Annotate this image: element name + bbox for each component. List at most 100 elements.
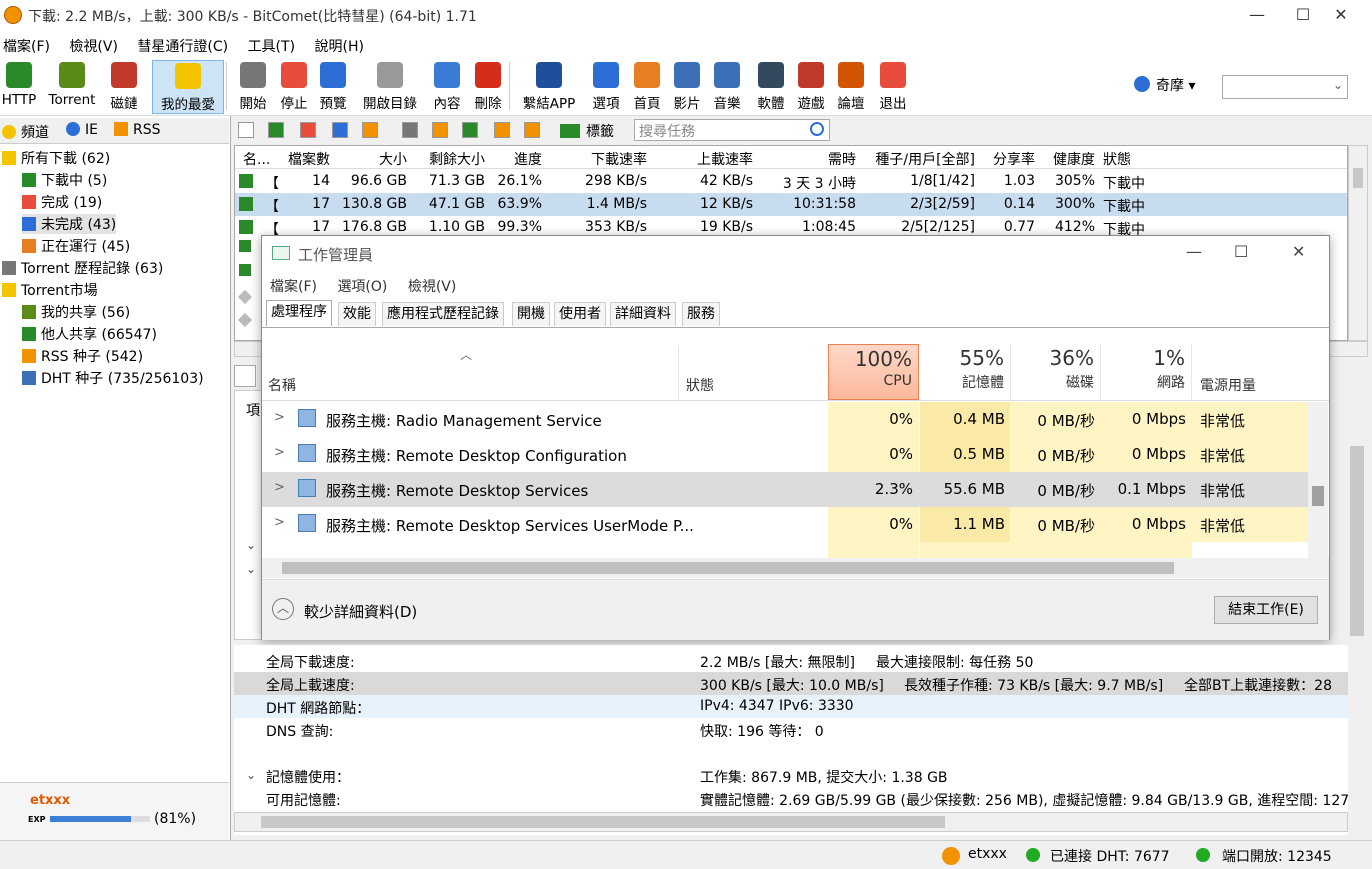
grid-column-header[interactable]: 大小 bbox=[379, 149, 407, 169]
toolbar-button-5[interactable]: 停止 bbox=[275, 60, 313, 114]
toolbar-button-1[interactable]: Torrent bbox=[44, 60, 100, 114]
grid-column-header[interactable]: 檔案數 bbox=[288, 149, 330, 169]
chevron-down-icon[interactable]: ⌄ bbox=[246, 768, 256, 782]
scroll-thumb[interactable] bbox=[1353, 168, 1363, 188]
tree-item[interactable]: Torrent市場 bbox=[2, 280, 98, 300]
tree-item[interactable]: Torrent 歷程記錄 (63) bbox=[2, 258, 163, 278]
col-metric-header[interactable]: 36% 磁碟 bbox=[1010, 344, 1101, 400]
tree-item[interactable]: 正在運行 (45) bbox=[22, 236, 130, 256]
tm-menu-view[interactable]: 檢視(V) bbox=[408, 276, 457, 296]
tm-horizontal-scrollbar[interactable] bbox=[262, 558, 1329, 578]
grid-column-header[interactable]: 上載速率 bbox=[697, 149, 753, 169]
tree-item[interactable]: DHT 种子 (735/256103) bbox=[22, 368, 204, 388]
process-row[interactable]: > 服務主機: Remote Desktop Services UserMode … bbox=[262, 507, 1308, 542]
tm-close-button[interactable]: ✕ bbox=[1292, 242, 1305, 261]
grid-vertical-scrollbar[interactable] bbox=[1348, 145, 1368, 341]
tab-3[interactable]: 開機 bbox=[512, 302, 550, 326]
grid-column-header[interactable]: 下載速率 bbox=[591, 149, 647, 169]
toolbar-button-17[interactable]: 論壇 bbox=[832, 60, 870, 114]
menu-file[interactable]: 檔案(F) bbox=[0, 32, 50, 56]
tree-item[interactable]: 完成 (19) bbox=[22, 192, 102, 212]
tab-4[interactable]: 使用者 bbox=[554, 302, 606, 326]
fewer-details-link[interactable]: 較少詳細資料(D) bbox=[304, 601, 417, 622]
tree-item[interactable]: RSS 种子 (542) bbox=[22, 346, 143, 366]
chevron-right-icon[interactable]: > bbox=[274, 445, 285, 460]
task-search-input[interactable]: 搜尋任務 bbox=[634, 119, 830, 141]
toolbar-button-9[interactable]: 刪除 bbox=[469, 60, 507, 114]
tree-item[interactable]: 他人共享 (66547) bbox=[22, 324, 157, 344]
table-row[interactable]: 【 14 96.6 GB 71.3 GB 26.1% 298 KB/s 42 KB/s 3 天… bbox=[235, 170, 1347, 193]
toolbar-button-4[interactable]: 開始 bbox=[234, 60, 272, 114]
grid-column-header[interactable]: 種子/用戶[全部] bbox=[875, 149, 975, 169]
toolbar-button-2[interactable]: 磁鏈 bbox=[103, 60, 145, 114]
toolbar-button-0[interactable]: HTTP bbox=[0, 60, 38, 114]
region-select[interactable]: 奇摩 ▾ bbox=[1156, 75, 1195, 95]
sort-up-icon[interactable]: ︿ bbox=[460, 346, 472, 363]
tm-minimize-button[interactable]: — bbox=[1186, 242, 1202, 261]
tab-0[interactable]: 處理程序 bbox=[266, 300, 332, 326]
process-row[interactable]: > 服務主機: Radio Management Service 0% 0.4 MB 0… bbox=[262, 402, 1308, 437]
tree-item[interactable]: 我的共享 (56) bbox=[22, 302, 130, 322]
search-icon[interactable] bbox=[810, 122, 824, 136]
grid-column-header[interactable]: 健康度 bbox=[1053, 149, 1095, 169]
scroll-thumb[interactable] bbox=[261, 816, 945, 828]
grid-column-header[interactable]: 剩餘大小 bbox=[429, 149, 485, 169]
tm-menu-file[interactable]: 檔案(F) bbox=[270, 276, 317, 296]
toolbar-button-18[interactable]: 退出 bbox=[874, 60, 912, 114]
menu-help[interactable]: 說明(H) bbox=[312, 32, 364, 56]
tab-6[interactable]: 服務 bbox=[682, 302, 720, 326]
task-toolbar-icon-2[interactable] bbox=[300, 122, 316, 138]
grid-column-header[interactable]: 狀態 bbox=[1103, 149, 1131, 169]
toolbar-button-6[interactable]: 預覽 bbox=[314, 60, 352, 114]
task-toolbar-icon-7[interactable] bbox=[462, 122, 478, 138]
toolbar-button-7[interactable]: 開啟目錄 bbox=[358, 60, 422, 114]
process-row[interactable]: > 服務主機: Remote Desktop Services 2.3% 55.6 M… bbox=[262, 472, 1308, 507]
task-toolbar-icon-1[interactable] bbox=[268, 122, 284, 138]
scroll-thumb[interactable] bbox=[282, 562, 1174, 574]
tab-2[interactable]: 應用程式歷程記錄 bbox=[382, 302, 504, 326]
chevron-right-icon[interactable]: > bbox=[274, 515, 285, 530]
task-toolbar-icon-5[interactable] bbox=[402, 122, 418, 138]
grid-column-header[interactable]: 名... bbox=[243, 149, 270, 169]
chevron-up-icon[interactable]: ︿ bbox=[272, 598, 294, 620]
tab-5[interactable]: 詳細資料 bbox=[610, 302, 676, 326]
task-toolbar-icon-0[interactable] bbox=[238, 122, 254, 138]
table-row[interactable]: 【 17 130.8 GB 47.1 GB 63.9% 1.4 MB/s 12 KB/s 10… bbox=[235, 193, 1347, 216]
minimize-button[interactable]: — bbox=[1234, 0, 1280, 32]
tab-rss[interactable]: RSS bbox=[114, 122, 161, 138]
tree-item[interactable]: 所有下載 (62) bbox=[2, 148, 110, 168]
detail-vertical-scrollbar[interactable] bbox=[1348, 390, 1368, 835]
grid-column-header[interactable]: 進度 bbox=[514, 149, 542, 169]
task-toolbar-icon-4[interactable] bbox=[362, 122, 378, 138]
tree-item[interactable]: 下載中 (5) bbox=[22, 170, 107, 190]
web-search-input[interactable]: ⌄ bbox=[1222, 75, 1348, 99]
process-row[interactable]: > 服務主機: Remote Desktop Configuration 0% 0.5… bbox=[262, 437, 1308, 472]
chevron-down-icon[interactable]: ⌄ bbox=[246, 538, 256, 552]
chevron-right-icon[interactable]: > bbox=[274, 410, 285, 425]
process-row[interactable] bbox=[262, 542, 1308, 558]
task-toolbar-icon-6[interactable] bbox=[432, 122, 448, 138]
close-button[interactable]: ✕ bbox=[1318, 0, 1364, 32]
task-toolbar-icon-9[interactable] bbox=[524, 122, 540, 138]
tab-ie[interactable]: IE bbox=[66, 122, 98, 138]
col-metric-header[interactable]: 1% 網路 bbox=[1101, 344, 1192, 400]
toolbar-button-3[interactable]: 我的最愛 bbox=[152, 60, 224, 114]
tab-channel[interactable]: 頻道 bbox=[2, 122, 49, 142]
toolbar-button-12[interactable]: 首頁 bbox=[628, 60, 666, 114]
task-toolbar-icon-3[interactable] bbox=[332, 122, 348, 138]
tm-maximize-button[interactable]: ☐ bbox=[1234, 242, 1248, 261]
tm-vertical-scrollbar[interactable] bbox=[1308, 402, 1328, 558]
tm-menu-options[interactable]: 選項(O) bbox=[337, 276, 387, 296]
task-toolbar-icon-8[interactable] bbox=[494, 122, 510, 138]
stats-horizontal-scrollbar[interactable] bbox=[234, 812, 1348, 832]
col-power-header[interactable]: 電源用量 bbox=[1200, 375, 1256, 395]
toolbar-button-13[interactable]: 影片 bbox=[668, 60, 706, 114]
scroll-thumb[interactable] bbox=[1350, 446, 1364, 636]
detail-tab-icon[interactable] bbox=[234, 365, 256, 387]
scroll-thumb[interactable] bbox=[1312, 486, 1324, 506]
toolbar-button-11[interactable]: 選項 bbox=[587, 60, 625, 114]
menu-view[interactable]: 檢視(V) bbox=[66, 32, 118, 56]
tags-button[interactable]: 標籤 bbox=[586, 121, 614, 141]
toolbar-button-10[interactable]: 繫結APP bbox=[517, 60, 581, 114]
toolbar-button-14[interactable]: 音樂 bbox=[708, 60, 746, 114]
